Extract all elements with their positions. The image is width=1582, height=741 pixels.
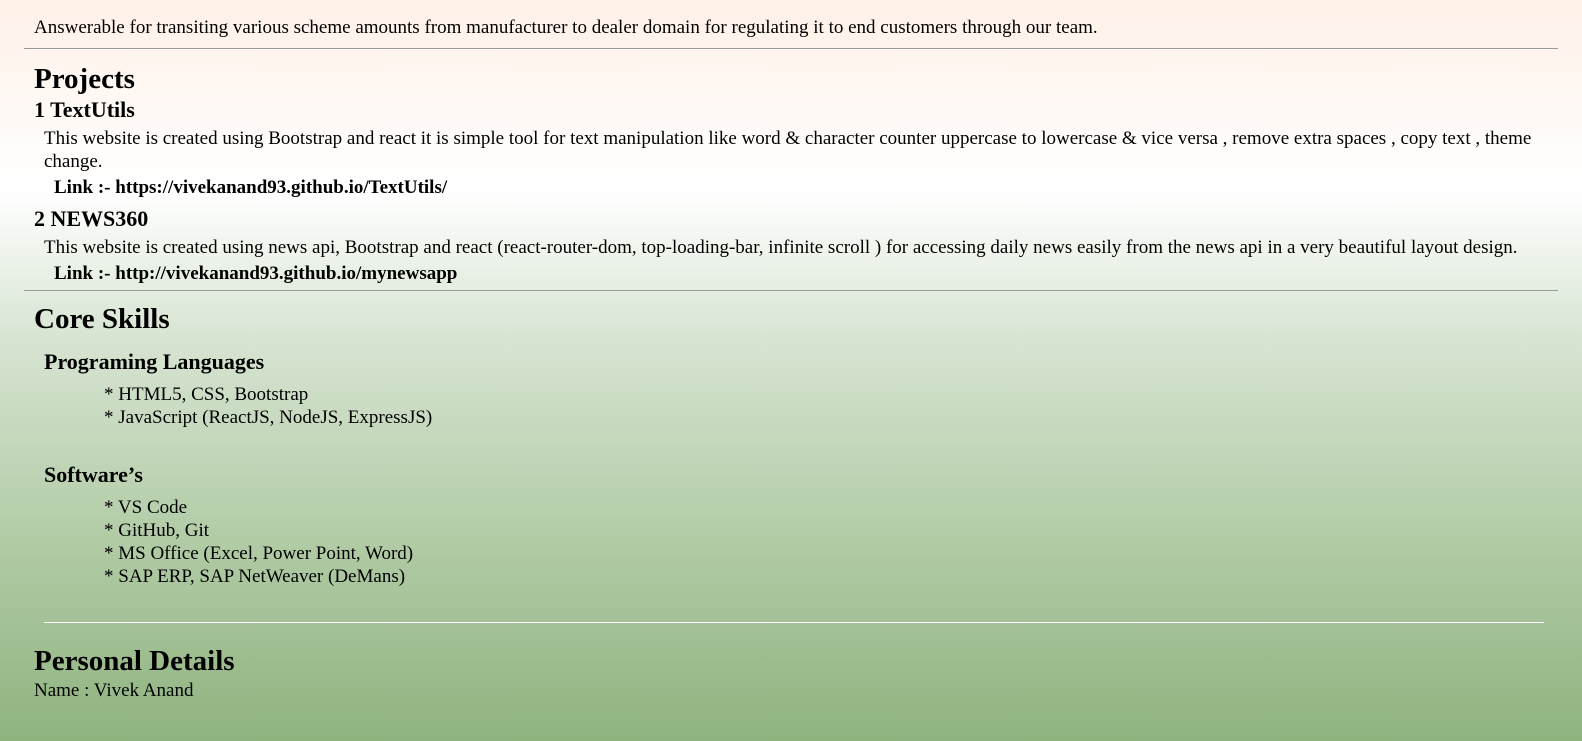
list-item: * VS Code [104,497,188,518]
skills-group-title-software: Software’s [44,462,143,487]
projects-heading: Projects [34,63,135,95]
projects-section: Projects 1 TextUtils This website is cre… [24,49,1558,285]
list-item: * MS Office (Excel, Power Point, Word) [104,543,414,564]
skills-list-languages: * HTML5, CSS, Bootstrap * JavaScript (Re… [104,383,1558,429]
personal-details-heading: Personal Details [34,645,235,677]
project-description-textutils: This website is created using Bootstrap … [44,128,1532,172]
project-title-news360: 2 NEWS360 [34,206,149,231]
core-skills-heading: Core Skills [34,303,170,335]
list-item: * JavaScript (ReactJS, NodeJS, ExpressJS… [104,407,433,428]
personal-name: Name : Vivek Anand [34,680,194,701]
experience-description: Answerable for transiting various scheme… [24,0,1558,49]
list-item: * HTML5, CSS, Bootstrap [104,384,309,405]
list-item: * GitHub, Git [104,520,210,541]
project-link-url-news360[interactable]: http://vivekanand93.github.io/mynewsapp [115,263,457,284]
project-link-label: Link :- [54,263,111,284]
project-title-textutils: 1 TextUtils [34,97,135,122]
skills-group-title-languages: Programing Languages [44,349,265,374]
project-link-label: Link :- [54,177,111,198]
project-description-news360: This website is created using news api, … [44,237,1518,258]
skills-list-software: * VS Code * GitHub, Git * MS Office (Exc… [104,496,1558,588]
personal-details-section: Personal Details Name : Vivek Anand [24,623,1558,702]
list-item: * SAP ERP, SAP NetWeaver (DeMans) [104,566,406,587]
resume-page: Answerable for transiting various scheme… [24,0,1558,702]
project-link-url-textutils[interactable]: https://vivekanand93.github.io/TextUtils… [115,177,447,198]
project-link-news360: Link :- http://vivekanand93.github.io/my… [54,263,1558,285]
core-skills-section: Core Skills Programing Languages * HTML5… [24,291,1558,623]
project-link-textutils: Link :- https://vivekanand93.github.io/T… [54,177,1558,199]
